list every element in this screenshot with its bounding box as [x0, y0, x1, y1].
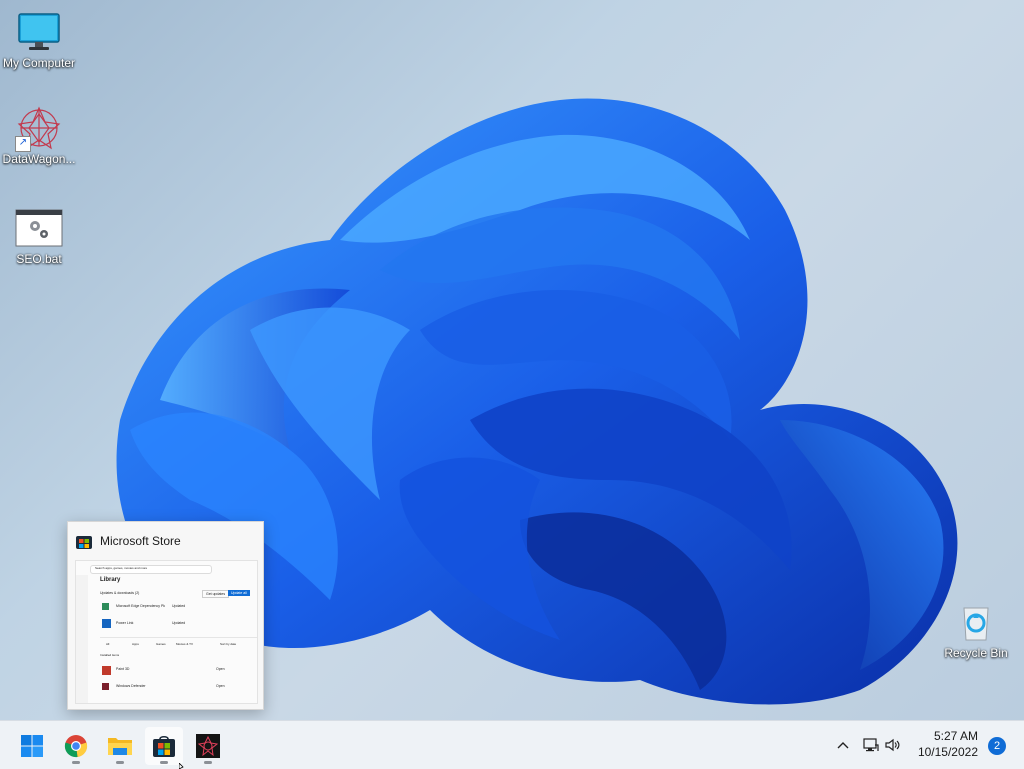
desktop-icon-datawagon[interactable]: ↗ DataWagon... — [0, 104, 78, 166]
mini-app-icon — [102, 666, 111, 675]
desktop-icon-label: Recycle Bin — [944, 646, 1008, 660]
mini-section: Updates & downloads (2) — [100, 591, 140, 595]
chrome-icon — [64, 735, 88, 758]
running-indicator — [72, 761, 80, 764]
clock[interactable]: 5:27 AM 10/15/2022 — [918, 728, 978, 760]
datawagon-icon: ↗ — [15, 104, 63, 152]
desktop-icon-label: My Computer — [2, 56, 76, 70]
mini-row-name: Microsoft Edge Dependency Pk — [116, 604, 166, 608]
datawagon-app-icon — [196, 734, 220, 758]
desktop-icon-seo-bat[interactable]: SEO.bat — [0, 204, 78, 266]
monitor-icon — [15, 8, 63, 56]
mini-get-updates: Get updates — [202, 590, 230, 598]
store-window-miniature: Search apps, games, movies and more Libr… — [75, 560, 258, 704]
notification-badge[interactable]: 2 — [988, 737, 1006, 755]
start-button[interactable] — [13, 727, 51, 765]
mini-search-box: Search apps, games, movies and more — [90, 565, 212, 574]
store-icon — [153, 735, 175, 757]
mini-divider — [100, 637, 257, 638]
clock-date: 10/15/2022 — [917, 745, 978, 759]
mini-row-status: Updated — [172, 604, 186, 608]
mini-update-all: Update all — [228, 590, 250, 596]
clock-time: 5:27 AM — [933, 729, 978, 743]
system-tray — [832, 721, 904, 769]
volume-icon[interactable] — [882, 734, 904, 756]
running-indicator — [204, 761, 212, 764]
mini-row-name: Power Link — [116, 621, 134, 625]
desktop-icon-recycle-bin[interactable]: Recycle Bin — [937, 598, 1015, 660]
mini-row-status: Updated — [172, 621, 186, 625]
taskbar-datawagon[interactable] — [189, 727, 227, 765]
desktop-icon-my-computer[interactable]: My Computer — [0, 8, 78, 70]
preview-header: Microsoft Store — [68, 522, 263, 560]
store-icon — [76, 536, 92, 549]
chevron-up-icon[interactable] — [832, 734, 854, 756]
mini-app-icon — [102, 603, 109, 610]
taskbar-thumbnail-preview[interactable]: Microsoft Store Search apps, games, movi… — [67, 521, 264, 710]
mini-filter: Games — [156, 642, 166, 646]
mini-row-name: Windows Defender — [116, 684, 146, 688]
taskbar-chrome[interactable] — [57, 727, 95, 765]
mini-list-label: Installed items — [100, 653, 120, 657]
folder-icon — [108, 738, 132, 755]
desktop-icon-label: SEO.bat — [16, 252, 62, 266]
mini-filter: All — [106, 642, 110, 646]
mini-filter: Apps — [132, 642, 139, 646]
preview-title: Microsoft Store — [100, 534, 181, 548]
mini-sort: Sort by date — [220, 642, 237, 646]
running-indicator — [116, 761, 124, 764]
taskbar-microsoft-store[interactable] — [145, 727, 183, 765]
taskbar-file-explorer[interactable] — [101, 727, 139, 765]
mini-app-icon — [102, 619, 111, 628]
mini-nav-rail — [76, 575, 88, 703]
shortcut-arrow-icon: ↗ — [15, 136, 31, 152]
network-icon[interactable] — [860, 734, 882, 756]
batch-file-icon — [15, 204, 63, 252]
mini-row-status: Open — [216, 684, 225, 688]
recycle-bin-icon — [952, 598, 1000, 646]
taskbar: 5:27 AM 10/15/2022 2 — [0, 720, 1024, 769]
mini-filter: Movies & TV — [176, 642, 193, 646]
mini-search-placeholder: Search apps, games, movies and more — [95, 566, 148, 570]
windows-start-icon — [21, 735, 43, 757]
mini-row-name: Paint 3D — [116, 667, 130, 671]
mini-app-icon — [102, 683, 109, 690]
mini-heading: Library — [100, 577, 121, 583]
mini-row-status: Open — [216, 667, 225, 671]
running-indicator — [160, 761, 168, 764]
mouse-cursor-icon — [179, 763, 184, 769]
desktop-icon-label: DataWagon... — [2, 152, 76, 166]
